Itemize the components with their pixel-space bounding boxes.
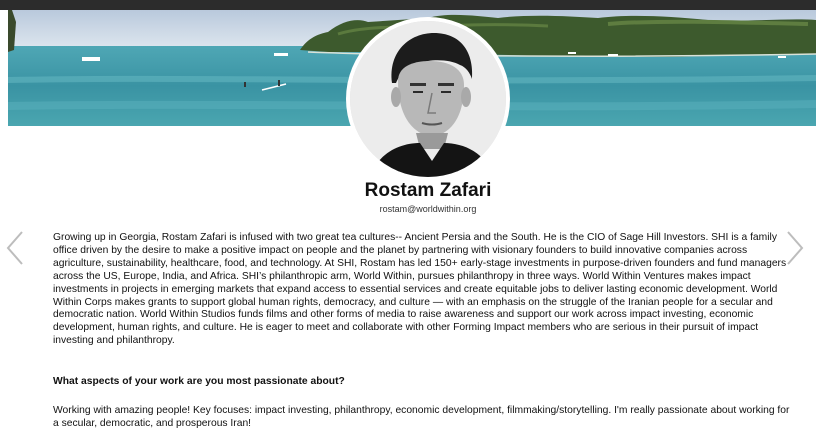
profile-bio: Growing up in Georgia, Rostam Zafari is … xyxy=(53,232,787,347)
profile-photo xyxy=(350,21,506,177)
profile-email[interactable]: rostam@worldwithin.org xyxy=(0,204,816,214)
profile-name: Rostam Zafari xyxy=(364,180,492,201)
question-heading: What aspects of your work are you most p… xyxy=(53,376,345,387)
question-answer: Working with amazing people! Key focuses… xyxy=(53,405,790,429)
top-bar xyxy=(0,0,816,10)
avatar xyxy=(346,17,510,181)
chevron-left-icon[interactable] xyxy=(4,228,26,268)
